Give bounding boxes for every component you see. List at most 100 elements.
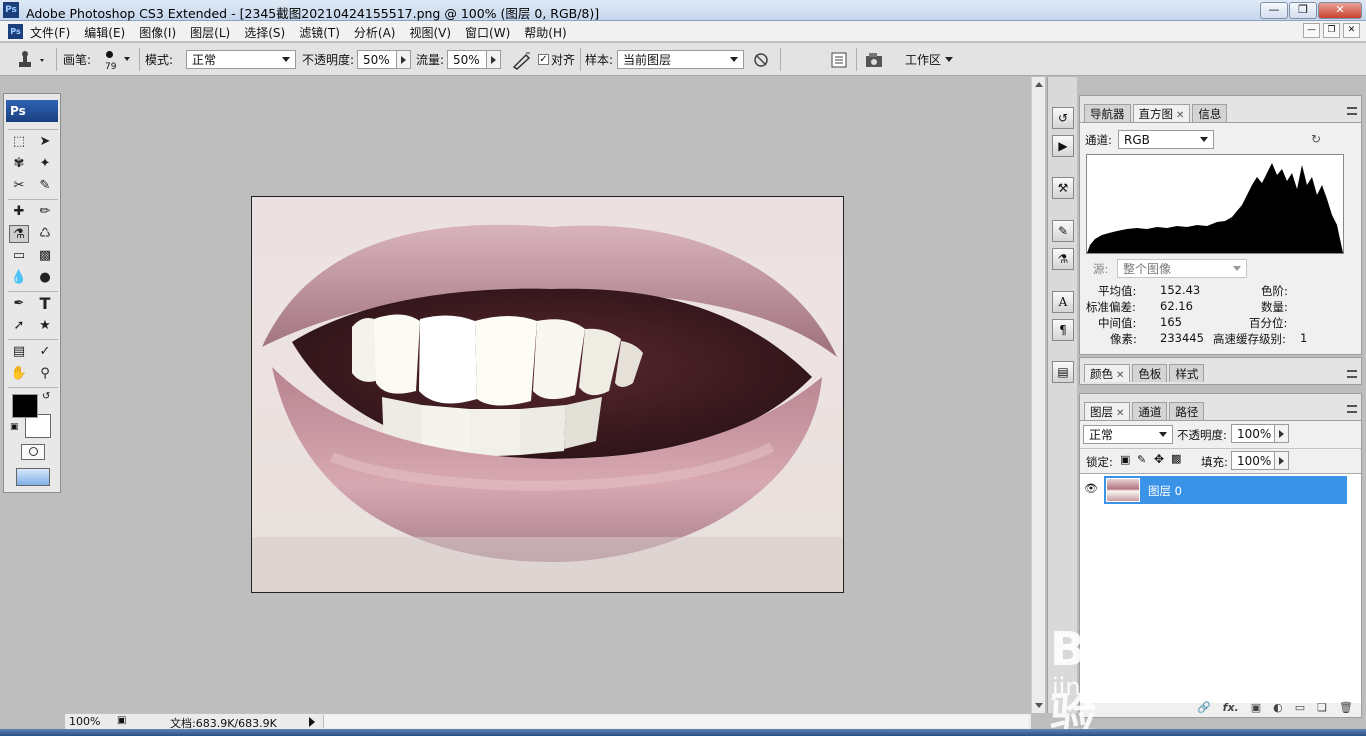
fill-input[interactable]: 100% xyxy=(1231,451,1275,470)
aligned-checkbox[interactable]: ✓ 对齐 xyxy=(538,43,575,76)
crop-tool-icon[interactable]: ✂ xyxy=(9,177,29,195)
tab-paths[interactable]: 路径 xyxy=(1169,402,1205,420)
new-group-icon[interactable]: ▭ xyxy=(1295,701,1305,717)
doc-minimize-button[interactable]: — xyxy=(1303,23,1320,38)
lock-all-icon[interactable]: ▩ xyxy=(1171,452,1181,465)
actions-panel-icon[interactable]: ▶ xyxy=(1052,135,1074,157)
maximize-button[interactable]: ❐ xyxy=(1289,2,1317,19)
default-colors-icon[interactable]: ▣ xyxy=(10,422,19,432)
quick-export-icon[interactable]: ▣ xyxy=(117,715,126,726)
path-selection-tool-icon[interactable]: ➚ xyxy=(9,317,29,335)
delete-layer-icon[interactable]: 🗑 xyxy=(1339,701,1353,717)
channel-dropdown[interactable]: RGB xyxy=(1118,130,1214,149)
history-panel-icon[interactable]: ↺ xyxy=(1052,107,1074,129)
close-button[interactable]: ✕ xyxy=(1318,2,1362,19)
character-panel-icon[interactable]: A xyxy=(1052,291,1074,313)
menu-view[interactable]: 视图(V) xyxy=(409,24,451,41)
go-to-bridge-icon[interactable] xyxy=(863,50,887,70)
eyedropper-tool-icon[interactable]: ✓ xyxy=(35,343,55,361)
canvas-horizontal-scrollbar[interactable] xyxy=(323,715,1029,728)
menu-analysis[interactable]: 分析(A) xyxy=(354,24,396,41)
menu-edit[interactable]: 编辑(E) xyxy=(84,24,125,41)
brush-picker[interactable]: 79 xyxy=(100,43,136,76)
menu-file[interactable]: 文件(F) xyxy=(30,24,70,41)
close-tab-icon[interactable]: ✕ xyxy=(1176,110,1184,121)
clone-stamp-tool-icon[interactable]: ⚗ xyxy=(9,225,29,243)
opacity-slider-button[interactable] xyxy=(397,50,411,69)
lock-image-icon[interactable]: ✎ xyxy=(1137,453,1146,466)
scroll-down-icon[interactable] xyxy=(1035,703,1043,708)
mode-dropdown[interactable]: 正常 xyxy=(186,50,296,69)
new-layer-icon[interactable]: ❏ xyxy=(1317,701,1327,717)
airbrush-icon[interactable] xyxy=(511,50,533,70)
menu-window[interactable]: 窗口(W) xyxy=(465,24,510,41)
close-tab-icon[interactable]: ✕ xyxy=(1116,370,1124,381)
lasso-tool-icon[interactable]: ✾ xyxy=(9,155,29,173)
dodge-tool-icon[interactable]: ● xyxy=(35,269,55,287)
blur-tool-icon[interactable]: 💧 xyxy=(9,269,29,287)
pen-tool-icon[interactable]: ✒ xyxy=(9,295,29,313)
status-menu-arrow-icon[interactable] xyxy=(309,717,315,727)
brushes-panel-icon[interactable]: ✎ xyxy=(1052,220,1074,242)
zoom-level[interactable]: 100% xyxy=(69,715,100,728)
tab-info[interactable]: 信息 xyxy=(1192,104,1228,122)
tab-swatches[interactable]: 色板 xyxy=(1132,364,1168,382)
panel-menu-icon[interactable] xyxy=(1347,405,1357,413)
paragraph-panel-icon[interactable]: ¶ xyxy=(1052,319,1074,341)
layer-row[interactable]: 图层 0 xyxy=(1104,476,1347,504)
panel-menu-icon[interactable] xyxy=(1347,107,1357,115)
tab-styles[interactable]: 样式 xyxy=(1169,364,1205,382)
history-brush-tool-icon[interactable]: ♺ xyxy=(35,225,55,243)
opacity-input[interactable]: 50% xyxy=(357,50,397,69)
panel-menu-icon[interactable] xyxy=(1347,370,1357,378)
brush-tool-icon[interactable]: ✏ xyxy=(35,203,55,221)
tab-layers[interactable]: 图层 ✕ xyxy=(1084,402,1131,420)
layer-opacity-slider-button[interactable] xyxy=(1275,424,1289,443)
healing-brush-tool-icon[interactable]: ✚ xyxy=(9,203,29,221)
menu-image[interactable]: 图像(I) xyxy=(139,24,176,41)
zoom-tool-icon[interactable]: ⚲ xyxy=(35,365,55,383)
layer-comps-panel-icon[interactable]: ▤ xyxy=(1052,361,1074,383)
document-image-lips[interactable] xyxy=(251,196,844,593)
canvas-vertical-scrollbar[interactable] xyxy=(1031,77,1045,713)
tab-histogram[interactable]: 直方图 ✕ xyxy=(1132,104,1191,122)
scroll-up-icon[interactable] xyxy=(1035,82,1043,87)
refresh-icon[interactable]: ↻ xyxy=(1311,132,1321,146)
doc-close-button[interactable]: ✕ xyxy=(1343,23,1360,38)
workspace-menu[interactable]: 工作区 xyxy=(905,43,954,76)
tab-color[interactable]: 颜色 ✕ xyxy=(1084,364,1131,382)
quick-mask-button[interactable] xyxy=(21,444,45,460)
hand-tool-icon[interactable]: ✋ xyxy=(9,365,29,383)
screen-mode-button[interactable] xyxy=(16,468,50,486)
tool-presets-panel-icon[interactable]: ⚒ xyxy=(1052,177,1074,199)
foreground-color-swatch[interactable] xyxy=(12,394,38,418)
notes-tool-icon[interactable]: ▤ xyxy=(9,343,29,361)
lock-transparent-icon[interactable]: ▣ xyxy=(1120,453,1130,466)
layer-opacity-input[interactable]: 100% xyxy=(1231,424,1275,443)
blend-mode-dropdown[interactable]: 正常 xyxy=(1083,425,1173,444)
source-dropdown[interactable]: 整个图像 xyxy=(1117,259,1247,278)
flow-input[interactable]: 50% xyxy=(447,50,487,69)
tab-channels[interactable]: 通道 xyxy=(1132,402,1168,420)
menu-help[interactable]: 帮助(H) xyxy=(524,24,566,41)
minimize-button[interactable]: — xyxy=(1260,2,1288,19)
layer-visibility-eye-icon[interactable]: 👁 xyxy=(1084,482,1098,495)
doc-restore-button[interactable]: ❐ xyxy=(1323,23,1340,38)
magic-wand-tool-icon[interactable]: ✦ xyxy=(35,155,55,173)
lock-position-icon[interactable]: ✥ xyxy=(1154,452,1164,466)
palette-well-icon[interactable] xyxy=(830,51,848,69)
eraser-tool-icon[interactable]: ▭ xyxy=(9,247,29,265)
flow-slider-button[interactable] xyxy=(487,50,501,69)
move-tool-icon[interactable]: ➤ xyxy=(35,133,55,151)
menu-filter[interactable]: 滤镜(T) xyxy=(299,24,340,41)
fill-slider-button[interactable] xyxy=(1275,451,1289,470)
swap-colors-icon[interactable]: ↺ xyxy=(42,391,50,402)
slice-tool-icon[interactable]: ✎ xyxy=(35,177,55,195)
document-icon[interactable]: Ps xyxy=(8,24,23,39)
type-tool-icon[interactable]: T xyxy=(35,295,55,313)
clone-source-panel-icon[interactable]: ⚗ xyxy=(1052,248,1074,270)
sample-dropdown[interactable]: 当前图层 xyxy=(617,50,744,69)
close-tab-icon[interactable]: ✕ xyxy=(1116,408,1124,419)
gradient-tool-icon[interactable]: ▩ xyxy=(35,247,55,265)
menu-select[interactable]: 选择(S) xyxy=(244,24,285,41)
